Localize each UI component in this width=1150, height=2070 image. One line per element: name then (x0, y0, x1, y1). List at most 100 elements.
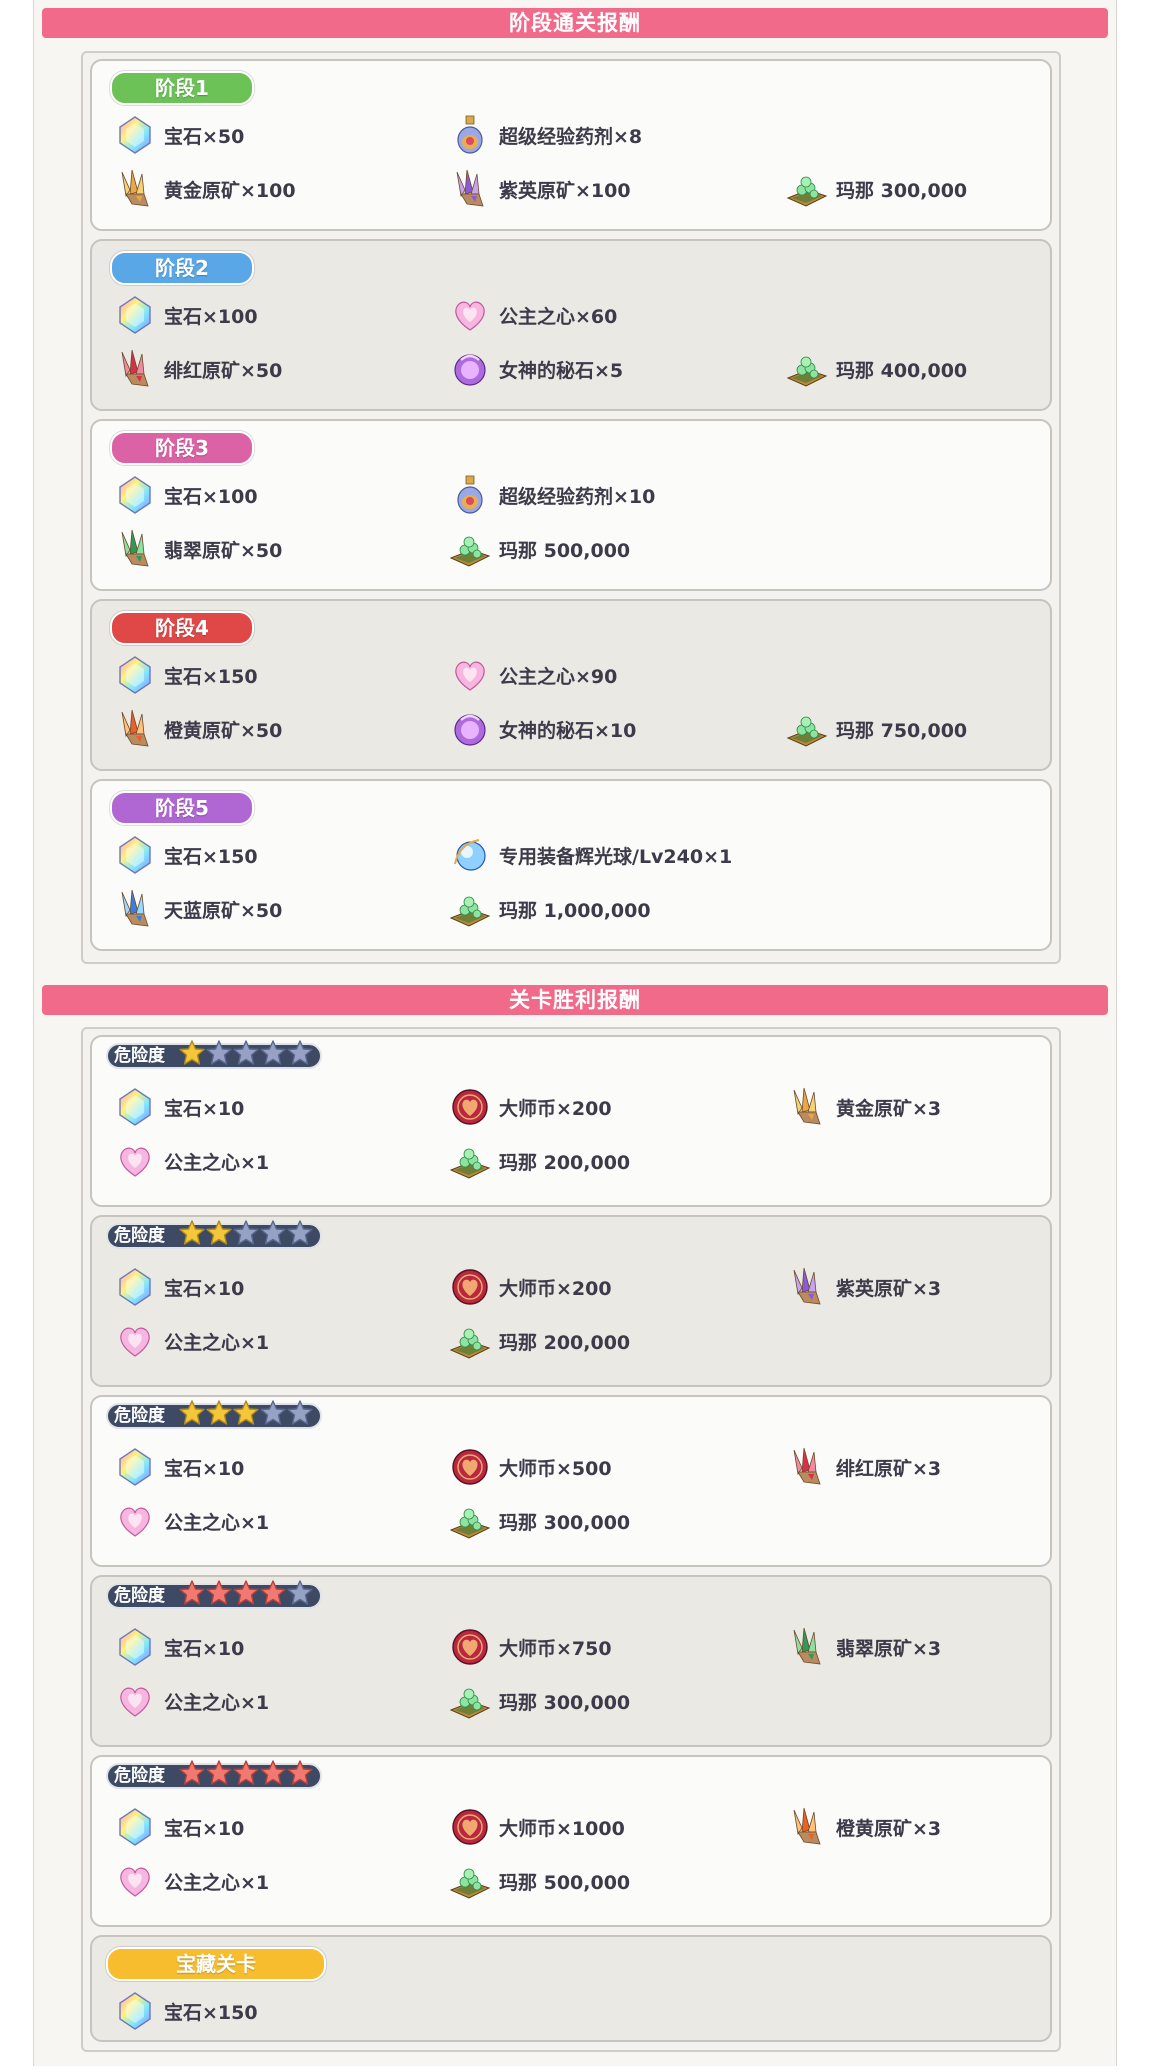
mana-icon (786, 348, 828, 390)
star-filled-icon (178, 1399, 206, 1427)
gem-icon (114, 1626, 156, 1668)
gem-icon (114, 1990, 156, 2032)
master-coin-icon (449, 1086, 491, 1128)
gem-icon (114, 294, 156, 336)
reward-item: 公主之心×1 (114, 1681, 269, 1721)
reward-item-label: 宝石×150 (164, 2001, 258, 2024)
reward-item: 女神的秘石×5 (449, 349, 623, 389)
master-coin-icon (449, 1446, 491, 1488)
reward-item-label: 女神的秘石×10 (499, 719, 637, 742)
reward-item-label: 宝石×100 (164, 305, 258, 328)
reward-item-label: 翡翠原矿×50 (164, 539, 283, 562)
reward-item: 公主之心×1 (114, 1141, 269, 1181)
princess-heart-icon (449, 654, 491, 696)
glow-orb-icon (449, 834, 491, 876)
star-empty-icon (205, 1039, 233, 1067)
reward-item-label: 大师币×200 (499, 1277, 612, 1300)
reward-item: 宝石×10 (114, 1087, 244, 1127)
stage-card: 阶段1 宝石×50 超级经验药剂×8 黄金原矿×100 紫英原矿×100 玛那 … (90, 59, 1052, 231)
gem-icon (114, 834, 156, 876)
star-empty-icon (259, 1399, 287, 1427)
gem-icon (114, 474, 156, 516)
reward-item: 公主之心×1 (114, 1501, 269, 1541)
reward-item: 黄金原矿×100 (114, 169, 296, 209)
orange-ore-icon (786, 1806, 828, 1848)
star-empty-icon (259, 1039, 287, 1067)
reward-item: 紫英原矿×100 (449, 169, 631, 209)
reward-item-label: 女神的秘石×5 (499, 359, 624, 382)
mana-icon (449, 1500, 491, 1542)
master-coin-icon (449, 1266, 491, 1308)
reward-item-label: 玛那 500,000 (499, 539, 631, 562)
reward-item-label: 玛那 200,000 (499, 1331, 631, 1354)
gem-icon (114, 1806, 156, 1848)
reward-item: 大师币×200 (449, 1087, 612, 1127)
princess-heart-icon (114, 1320, 156, 1362)
stage-card: 阶段5 宝石×150 专用装备辉光球/Lv240×1 天蓝原矿×50 玛那 1,… (90, 779, 1052, 951)
mana-icon (449, 888, 491, 930)
stage-badge: 阶段2 (110, 251, 254, 285)
reward-item: 公主之心×90 (449, 655, 617, 695)
reward-item: 公主之心×60 (449, 295, 617, 335)
reward-item-label: 公主之心×1 (164, 1151, 270, 1174)
star-empty-icon (286, 1219, 314, 1247)
reward-item-label: 公主之心×1 (164, 1511, 270, 1534)
stage-rewards-header: 阶段通关报酬 (42, 8, 1108, 38)
reward-item: 大师币×500 (449, 1447, 612, 1487)
reward-item-label: 玛那 750,000 (836, 719, 968, 742)
danger-level-badge: 危险度 (106, 1220, 322, 1249)
reward-item-label: 玛那 1,000,000 (499, 899, 651, 922)
princess-heart-icon (114, 1500, 156, 1542)
stage-rewards-panel: 阶段1 宝石×50 超级经验药剂×8 黄金原矿×100 紫英原矿×100 玛那 … (81, 51, 1061, 964)
reward-item: 玛那 300,000 (449, 1501, 630, 1541)
danger-level-label: 危险度 (114, 1766, 165, 1786)
reward-item: 大师币×200 (449, 1267, 612, 1307)
reward-item: 大师币×1000 (449, 1807, 625, 1847)
star-empty-icon (286, 1579, 314, 1607)
reward-item: 超级经验药剂×10 (449, 475, 655, 515)
star-filled-icon (178, 1219, 206, 1247)
reward-item-label: 玛那 200,000 (499, 1151, 631, 1174)
star-filled-icon (232, 1759, 260, 1787)
reward-item-label: 公主之心×1 (164, 1331, 270, 1354)
stage-card: 阶段2 宝石×100 公主之心×60 绯红原矿×50 女神的秘石×5 玛那 40… (90, 239, 1052, 411)
reward-item-label: 玛那 400,000 (836, 359, 968, 382)
reward-item-label: 超级经验药剂×8 (499, 125, 643, 148)
mana-icon (786, 708, 828, 750)
mana-icon (449, 1680, 491, 1722)
reward-item: 宝石×150 (114, 655, 258, 695)
princess-heart-icon (114, 1680, 156, 1722)
gold-ore-icon (114, 168, 156, 210)
reward-item: 超级经验药剂×8 (449, 115, 642, 155)
victory-rewards-header: 关卡胜利报酬 (42, 985, 1108, 1015)
danger-level-badge: 危险度 (106, 1040, 322, 1069)
reward-item-label: 大师币×1000 (499, 1817, 625, 1840)
reward-item: 宝石×100 (114, 295, 258, 335)
reward-item: 绯红原矿×3 (786, 1447, 941, 1487)
reward-item-label: 紫英原矿×100 (499, 179, 631, 202)
danger-level-card: 危险度 宝石×10 大师币×500 绯红原矿×3 公主之心×1 玛那 300,0… (90, 1395, 1052, 1567)
reward-item-label: 玛那 300,000 (499, 1691, 631, 1714)
star-empty-icon (286, 1399, 314, 1427)
victory-rewards-panel: 危险度 宝石×10 大师币×200 黄金原矿×3 公主之心×1 玛那 200,0… (81, 1027, 1061, 2052)
star-filled-icon (259, 1759, 287, 1787)
blue-ore-icon (114, 888, 156, 930)
reward-item: 橙黄原矿×50 (114, 709, 282, 749)
reward-item: 宝石×10 (114, 1627, 244, 1667)
reward-item: 翡翠原矿×50 (114, 529, 282, 569)
reward-item: 宝石×100 (114, 475, 258, 515)
star-filled-icon (232, 1579, 260, 1607)
reward-item-label: 宝石×10 (164, 1457, 245, 1480)
stage-badge: 阶段4 (110, 611, 254, 645)
exp-potion-icon (449, 474, 491, 516)
reward-item-label: 大师币×200 (499, 1097, 612, 1120)
reward-item-label: 宝石×10 (164, 1817, 245, 1840)
reward-item-label: 玛那 300,000 (836, 179, 968, 202)
reward-item: 大师币×750 (449, 1627, 612, 1667)
reward-item: 宝石×150 (114, 835, 258, 875)
danger-level-badge: 危险度 (106, 1760, 322, 1789)
reward-item-label: 紫英原矿×3 (836, 1277, 942, 1300)
danger-level-card: 危险度 宝石×10 大师币×200 黄金原矿×3 公主之心×1 玛那 200,0… (90, 1035, 1052, 1207)
reward-item: 公主之心×1 (114, 1861, 269, 1901)
goddess-stone-icon (449, 708, 491, 750)
